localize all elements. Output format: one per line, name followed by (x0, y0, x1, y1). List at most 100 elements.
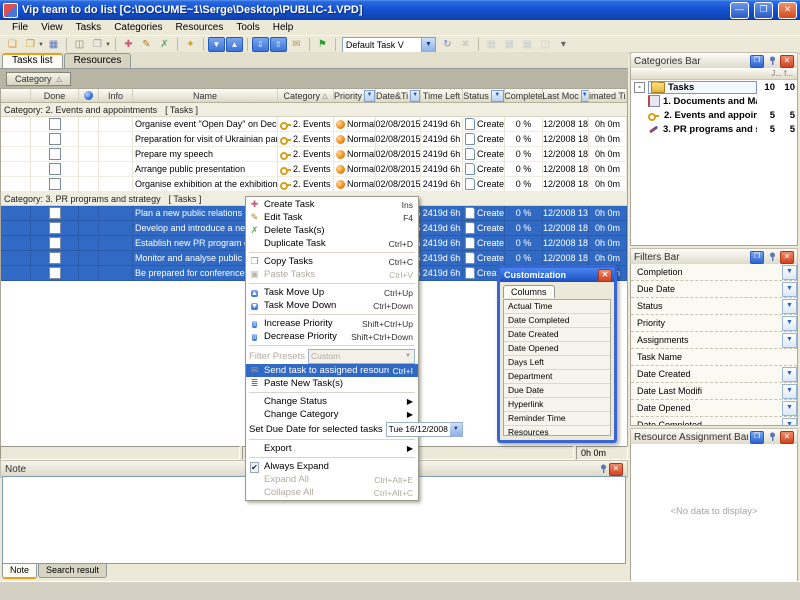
menu-item-change-category[interactable]: Change Category▶ (246, 408, 418, 421)
done-checkbox[interactable] (49, 237, 61, 249)
minimize-button[interactable]: — (730, 2, 749, 19)
dropdown-arrow-icon[interactable]: ▼ (38, 42, 44, 48)
customization-column-actual-time[interactable]: Actual Time (504, 300, 610, 314)
task-move-down-icon[interactable]: ▼ (208, 37, 225, 52)
refresh-view-icon[interactable]: ↻ (439, 37, 456, 52)
menu-item-export[interactable]: Export▶ (246, 442, 418, 455)
bottom-tab-note[interactable]: Note (2, 564, 37, 579)
close-icon[interactable]: ✕ (780, 431, 794, 444)
filter-dropdown-icon[interactable]: ▼ (410, 90, 420, 102)
chevron-down-icon[interactable]: ▼ (782, 316, 797, 331)
restore-button[interactable]: ❐ (754, 2, 773, 19)
close-icon[interactable]: ✕ (780, 55, 794, 68)
chevron-down-icon[interactable]: ▼ (782, 265, 797, 280)
customization-column-due-date[interactable]: Due Date (504, 384, 610, 398)
menu-item-task-move-up[interactable]: ▲Task Move UpCtrl+Up (246, 286, 418, 299)
menu-item-always-expand[interactable]: ✔Always Expand (246, 460, 418, 473)
increase-priority-icon[interactable]: ⇧ (270, 37, 287, 52)
tab-tasks-list[interactable]: Tasks list (2, 53, 63, 68)
table-row[interactable]: Organise event "Open Day" on December, 1… (1, 117, 627, 132)
menu-item-edit-task[interactable]: ✎Edit TaskF4 (246, 211, 418, 224)
close-icon[interactable]: ✕ (609, 463, 623, 476)
send-task-icon[interactable]: ✉ (288, 37, 305, 52)
menu-item-duplicate-task[interactable]: Duplicate TaskCtrl+D (246, 237, 418, 250)
column-header-info[interactable]: Info (99, 89, 133, 102)
customization-column-date-completed[interactable]: Date Completed (504, 314, 610, 328)
tree-expander-icon[interactable]: - (634, 82, 645, 93)
column-header-date[interactable]: Date&Ti▼ (376, 89, 421, 102)
column-header-priority[interactable]: Priority▼ (334, 89, 376, 102)
chevron-down-icon[interactable]: ▼ (782, 299, 797, 314)
filter-dropdown-icon[interactable]: ▼ (491, 90, 504, 102)
window-position-icon[interactable]: ❒ (750, 55, 764, 68)
pin-icon[interactable] (766, 56, 778, 67)
menu-tasks[interactable]: Tasks (70, 21, 108, 34)
done-checkbox[interactable] (49, 163, 61, 175)
table-row[interactable]: Preparation for visit of Ukrainian partn… (1, 132, 627, 147)
menu-item-increase-priority[interactable]: ⇧Increase PriorityShift+Ctrl+Up (246, 317, 418, 330)
print-preview-icon[interactable]: ❒ (89, 37, 106, 52)
decrease-priority-icon[interactable]: ⇩ (252, 37, 269, 52)
menu-item-change-status[interactable]: Change Status▶ (246, 395, 418, 408)
menu-item-task-move-down[interactable]: ▼Task Move DownCtrl+Down (246, 299, 418, 312)
chevron-down-icon[interactable]: ▼ (782, 333, 797, 348)
done-checkbox[interactable] (49, 207, 61, 219)
menu-resources[interactable]: Resources (170, 21, 230, 34)
category-group-row[interactable]: Category: 2. Events and appointments[ Ta… (1, 103, 627, 117)
column-header-attach[interactable] (79, 89, 99, 102)
done-checkbox[interactable] (49, 118, 61, 130)
menu-file[interactable]: File (6, 21, 34, 34)
category-tree-item[interactable]: 1. Documents and Materials (631, 94, 797, 108)
column-header-estimated[interactable]: stimated Tim (589, 89, 627, 102)
save-icon[interactable]: ▦ (45, 37, 62, 52)
category-tree-item[interactable]: -Tasks1010 (631, 80, 797, 94)
pin-icon[interactable] (766, 252, 778, 263)
pin-icon[interactable] (597, 464, 609, 475)
task-move-up-icon[interactable]: ▲ (226, 37, 243, 52)
group-by-category-chip[interactable]: Category △ (6, 72, 71, 86)
chevron-down-icon[interactable]: ▼ (782, 384, 797, 399)
done-checkbox[interactable] (49, 222, 61, 234)
customization-column-hyperlink[interactable]: Hyperlink (504, 398, 610, 412)
menu-item-set-due-date[interactable]: Set Due Date for selected tasksTue 16/12… (246, 421, 418, 437)
customization-column-date-created[interactable]: Date Created (504, 328, 610, 342)
bottom-tab-search-result[interactable]: Search result (38, 564, 107, 578)
menu-item-create-task[interactable]: ✚Create TaskIns (246, 198, 418, 211)
done-checkbox[interactable] (49, 252, 61, 264)
menu-item-copy-tasks[interactable]: ❐Copy TasksCtrl+C (246, 255, 418, 268)
tab-columns[interactable]: Columns (503, 285, 555, 298)
column-header-done[interactable]: Done (31, 89, 79, 102)
window-position-icon[interactable]: ❒ (750, 251, 764, 264)
new-task-icon[interactable]: ❏ (4, 37, 21, 52)
column-header-name[interactable]: Name (133, 89, 278, 102)
table-row[interactable]: Arrange public presentation2. Events arN… (1, 162, 627, 177)
menu-categories[interactable]: Categories (108, 21, 168, 34)
done-checkbox[interactable] (49, 148, 61, 160)
filter-dropdown-icon[interactable]: ▼ (581, 90, 589, 102)
customization-column-days-left[interactable]: Days Left (504, 356, 610, 370)
menu-view[interactable]: View (35, 21, 69, 34)
column-header-complete[interactable]: Complete (505, 89, 543, 102)
customization-column-resources[interactable]: Resources (504, 426, 610, 436)
menu-item-decrease-priority[interactable]: ⇩Decrease PriorityShift+Ctrl+Down (246, 330, 418, 343)
table-row[interactable]: Prepare my speech2. Events arNormal02/08… (1, 147, 627, 162)
done-checkbox[interactable] (49, 133, 61, 145)
flag-icon[interactable]: ⚑ (314, 37, 331, 52)
column-header-category[interactable]: Category△ (278, 89, 334, 102)
customization-column-reminder-time[interactable]: Reminder Time (504, 412, 610, 426)
column-header-lastmod[interactable]: Last Moc▼ (543, 89, 589, 102)
category-tree-item[interactable]: 2. Events and appointments55 (631, 108, 797, 122)
open-icon[interactable]: ❐ (22, 37, 39, 52)
chevron-down-icon[interactable]: ▼ (782, 282, 797, 297)
chevron-down-icon[interactable]: ▼ (421, 38, 435, 52)
set-due-date-combo[interactable]: Tue 16/12/2008▼ (386, 422, 463, 437)
dropdown-arrow-icon[interactable]: ▼ (105, 42, 111, 48)
done-checkbox[interactable] (49, 178, 61, 190)
chevron-down-icon[interactable]: ▼ (782, 401, 797, 416)
chevron-down-icon[interactable]: ▼ (782, 418, 797, 427)
filter-dropdown-icon[interactable]: ▼ (364, 90, 375, 102)
edit-task-icon[interactable]: ✎ (138, 37, 155, 52)
toolbar-overflow-icon[interactable]: ▾ (555, 37, 572, 52)
chevron-down-icon[interactable]: ▼ (782, 367, 797, 382)
close-icon[interactable]: ✕ (780, 251, 794, 264)
